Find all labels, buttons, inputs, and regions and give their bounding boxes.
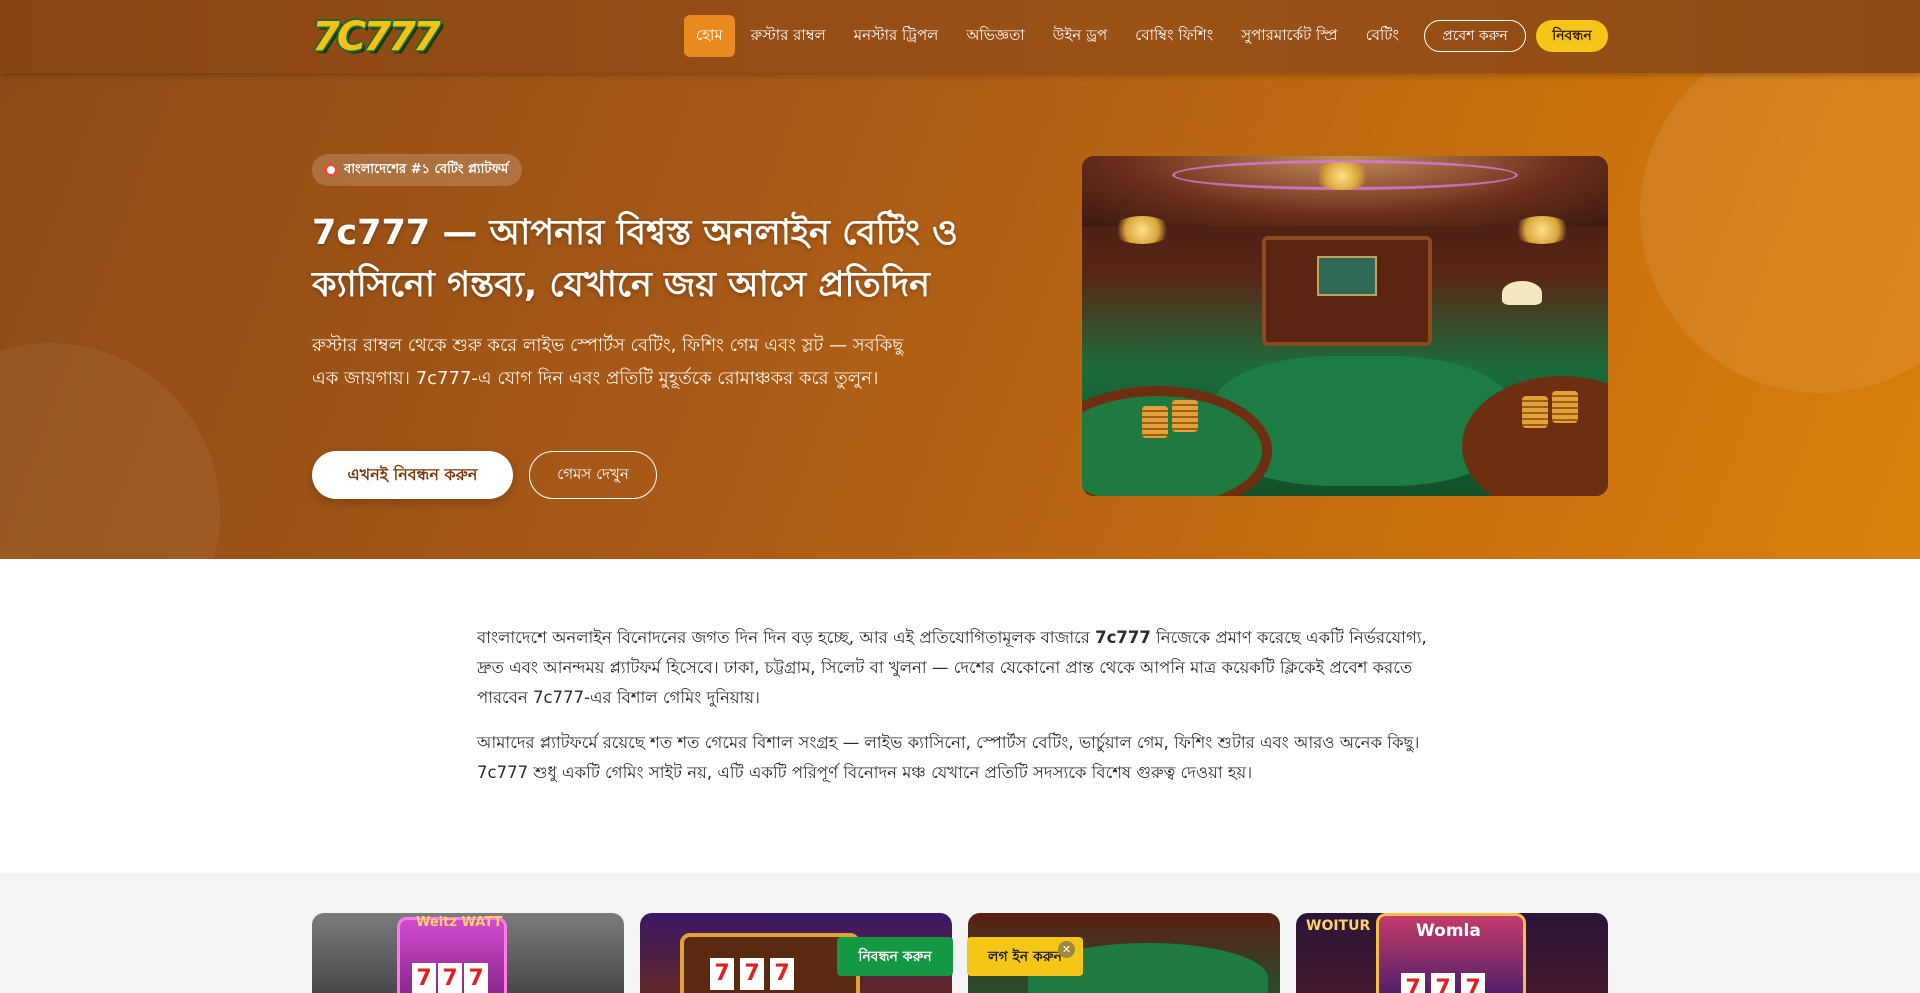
intro-paragraph-1: বাংলাদেশে অনলাইন বিনোদনের জগত দিন দিন বড… xyxy=(477,628,1427,707)
login-button[interactable]: প্রবেশ করুন xyxy=(1424,20,1526,52)
game-card-title: Weitz WATT xyxy=(416,915,503,930)
register-button[interactable]: নিবন্ধন xyxy=(1536,20,1608,52)
game-card-title: Womla xyxy=(1416,921,1481,941)
view-games-button[interactable]: গেমস দেখুন xyxy=(529,451,657,499)
game-card-title: WOITUR xyxy=(1306,918,1371,934)
nav-item-supermarket-spree[interactable]: সুপারমার্কেট স্প্রি xyxy=(1229,15,1349,57)
brand-logo[interactable]: 7C777 xyxy=(312,14,441,60)
site-header: 7C777 হোম রুস্টার রাম্বল মনস্টার ট্রিপল … xyxy=(0,0,1920,73)
target-icon xyxy=(324,163,338,177)
hero-section: বাংলাদেশের #১ বেটিং প্ল্যাটফর্ম 7c777 — … xyxy=(0,73,1920,559)
nav-item-bombing-fishing[interactable]: বোম্বিং ফিশিং xyxy=(1123,15,1225,57)
slot-reel: 7 xyxy=(1431,973,1455,993)
slot-reel: 7 xyxy=(438,963,462,993)
slot-reel: 7 xyxy=(740,958,764,990)
intro-paragraph-2: আমাদের প্ল্যাটফর্মে রয়েছে শত শত গেমের ব… xyxy=(477,733,1420,782)
slot-reel: 7 xyxy=(1461,973,1485,993)
chips-icon xyxy=(1552,391,1578,423)
hero-description: রুস্টার রাম্বল থেকে শুরু করে লাইভ স্পোর্… xyxy=(312,335,904,389)
brand-mention: 7c777 xyxy=(1095,628,1151,647)
casino-hero-image xyxy=(1082,156,1608,496)
slot-reel: 7 xyxy=(412,963,436,993)
chandelier-icon xyxy=(1512,216,1572,244)
decorative-circle xyxy=(1640,73,1920,393)
chips-icon xyxy=(1142,406,1168,438)
games-section: Weitz WATT 7 7 7 7 7 7 WOITUR Womla 7 7 … xyxy=(0,873,1920,993)
hero-title: 7c777 — আপনার বিশ্বস্ত অনলাইন বেটিং ও ক্… xyxy=(312,213,958,305)
chandelier-icon xyxy=(1112,216,1172,244)
lamp-icon xyxy=(1502,281,1542,305)
intro-content: বাংলাদেশে অনলাইন বিনোদনের জগত দিন দিন বড… xyxy=(477,623,1443,803)
nav-item-rooster-rumble[interactable]: রুস্টার রাম্বল xyxy=(739,15,838,57)
hero-badge: বাংলাদেশের #১ বেটিং প্ল্যাটফর্ম xyxy=(312,154,523,186)
close-icon[interactable]: ✕ xyxy=(1058,941,1075,958)
slot-reel: 7 xyxy=(1401,973,1425,993)
hero-badge-text: বাংলাদেশের #১ বেটিং প্ল্যাটফর্ম xyxy=(344,161,509,177)
nav-item-win-drop[interactable]: উইন ড্রপ xyxy=(1041,15,1119,57)
slot-reel: 7 xyxy=(464,963,488,993)
nav-item-experience[interactable]: অভিজ্ঞতা xyxy=(954,15,1036,57)
slot-reel: 7 xyxy=(710,958,734,990)
casino-screen xyxy=(1317,256,1377,296)
decorative-circle xyxy=(0,343,220,559)
slot-reel: 7 xyxy=(770,958,794,990)
game-card[interactable]: WOITUR Womla 7 7 7 xyxy=(1296,913,1608,993)
floating-register-button[interactable]: নিবন্ধন করুন xyxy=(837,937,953,976)
nav-item-betting[interactable]: বেটিং xyxy=(1354,15,1411,57)
nav-item-monster-triple[interactable]: মনস্টার ট্রিপল xyxy=(842,15,951,57)
chips-icon xyxy=(1522,396,1548,428)
chandelier-icon xyxy=(1312,162,1372,190)
register-now-button[interactable]: এখনই নিবন্ধন করুন xyxy=(312,451,513,499)
chips-icon xyxy=(1172,400,1198,432)
main-nav: হোম রুস্টার রাম্বল মনস্টার ট্রিপল অভিজ্ঞ… xyxy=(684,15,1415,57)
game-card[interactable]: Weitz WATT 7 7 7 xyxy=(312,913,624,993)
nav-item-home[interactable]: হোম xyxy=(684,15,735,57)
